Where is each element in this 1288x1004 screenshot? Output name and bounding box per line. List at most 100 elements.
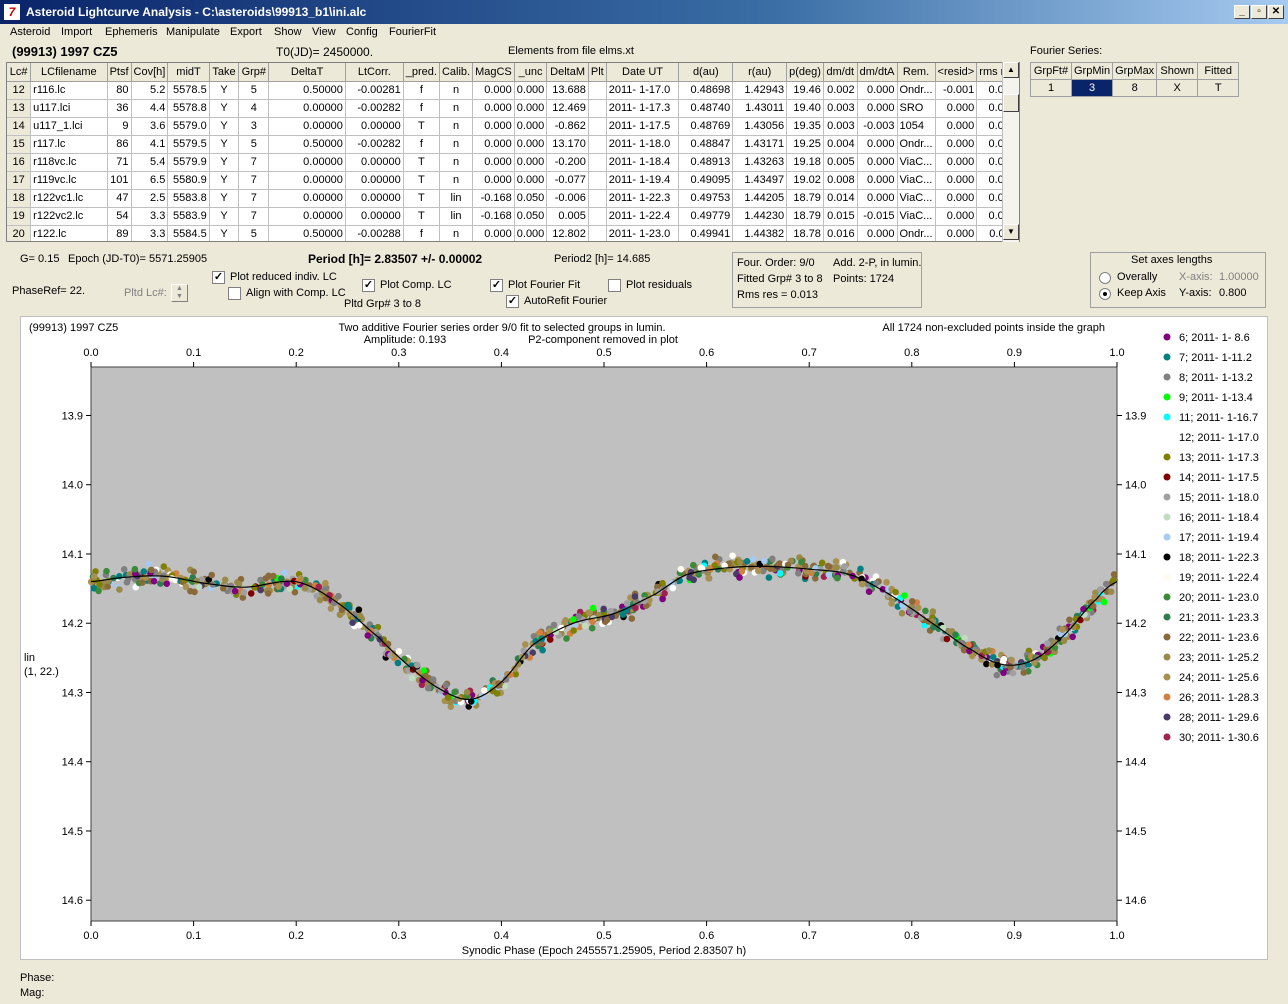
table-cell[interactable]: -0.00281 <box>345 81 404 100</box>
table-cell[interactable]: SRO <box>897 99 936 118</box>
table-cell[interactable]: 0.002 <box>823 81 858 100</box>
table-cell[interactable]: 18.78 <box>786 225 824 241</box>
column-header[interactable]: r(au) <box>732 63 788 82</box>
table-cell[interactable] <box>588 117 607 136</box>
table-cell[interactable]: 4.4 <box>131 99 169 118</box>
table-cell[interactable]: f <box>403 225 440 241</box>
table-cell[interactable]: 1.43497 <box>732 171 788 190</box>
table-cell[interactable]: T <box>403 171 440 190</box>
table-cell[interactable]: 7 <box>238 207 270 226</box>
table-cell[interactable]: 5580.9 <box>167 171 210 190</box>
row-number[interactable]: 17 <box>7 171 32 190</box>
row-number[interactable]: 16 <box>7 153 32 172</box>
table-row[interactable]: 14 u117_1.lci 9 3.6 5579.0 Y 3 0.00000 0.00000 Tn… <box>7 117 1019 136</box>
table-cell[interactable]: 0.000 <box>857 171 898 190</box>
table-cell[interactable]: 0.49095 <box>678 171 734 190</box>
table-cell[interactable]: T <box>403 117 440 136</box>
table-cell[interactable]: -0.006 <box>546 189 589 208</box>
table-cell[interactable]: 2011- 1-19.4 <box>606 171 680 190</box>
table-cell[interactable]: 7 <box>238 171 270 190</box>
table-cell[interactable]: 89 <box>107 225 132 241</box>
table-cell[interactable]: 0.000 <box>857 81 898 100</box>
table-cell[interactable]: 0.48698 <box>678 81 734 100</box>
table-cell[interactable]: 19.18 <box>786 153 824 172</box>
table-cell[interactable]: 5578.5 <box>167 81 210 100</box>
table-cell[interactable]: 0.000 <box>514 99 548 118</box>
table-cell[interactable]: 19.46 <box>786 81 824 100</box>
table-cell[interactable]: 5583.9 <box>167 207 210 226</box>
table-cell[interactable]: 9 <box>107 117 132 136</box>
table-cell[interactable]: 0.00000 <box>268 207 346 226</box>
column-header[interactable]: Rem. <box>897 63 936 82</box>
table-cell[interactable]: 2011- 1-17.0 <box>606 81 680 100</box>
table-cell[interactable]: 19.02 <box>786 171 824 190</box>
table-cell[interactable]: 0.003 <box>823 99 858 118</box>
table-cell[interactable]: 3.6 <box>131 117 169 136</box>
table-cell[interactable]: 13.170 <box>546 135 589 154</box>
table-cell[interactable]: ViaC... <box>897 171 936 190</box>
table-cell[interactable]: 2011- 1-17.3 <box>606 99 680 118</box>
table-cell[interactable]: 18.79 <box>786 207 824 226</box>
align-comp-checkbox[interactable] <box>228 287 241 300</box>
table-cell[interactable]: n <box>439 171 474 190</box>
table-cell[interactable]: 3 <box>238 117 270 136</box>
table-cell[interactable]: 0.00000 <box>345 153 404 172</box>
table-cell[interactable]: 0.016 <box>823 225 858 241</box>
close-button[interactable]: ✕ <box>1268 5 1284 19</box>
table-cell[interactable]: 47 <box>107 189 132 208</box>
table-cell[interactable]: 0.000 <box>514 225 548 241</box>
table-cell[interactable]: -0.00282 <box>345 99 404 118</box>
table-cell[interactable]: -0.862 <box>546 117 589 136</box>
column-header[interactable]: LtCorr. <box>345 63 404 82</box>
table-cell[interactable]: -0.015 <box>857 207 898 226</box>
plot-fourier-checkbox[interactable]: ✓ <box>490 279 503 292</box>
table-cell[interactable]: 5579.5 <box>167 135 210 154</box>
table-cell[interactable]: Y <box>209 153 240 172</box>
scroll-down-button[interactable]: ▼ <box>1003 224 1019 240</box>
table-cell[interactable]: 0.000 <box>472 171 515 190</box>
table-cell[interactable]: r122.lc <box>30 225 108 241</box>
table-cell[interactable]: 0.48913 <box>678 153 734 172</box>
table-cell[interactable] <box>588 135 607 154</box>
table-cell[interactable]: 0.000 <box>514 153 548 172</box>
table-cell[interactable]: 0.000 <box>857 99 898 118</box>
table-cell[interactable]: 0.000 <box>935 207 978 226</box>
table-cell[interactable]: 0.00000 <box>345 189 404 208</box>
column-header[interactable]: Cov[h] <box>131 63 169 82</box>
table-cell[interactable]: 5579.0 <box>167 117 210 136</box>
table-cell[interactable] <box>588 153 607 172</box>
table-cell[interactable]: 0.000 <box>472 225 515 241</box>
table-cell[interactable]: 0.000 <box>935 153 978 172</box>
table-cell[interactable]: 12.802 <box>546 225 589 241</box>
table-cell[interactable]: 0.000 <box>935 99 978 118</box>
table-row[interactable]: 15 r117.lc 86 4.1 5579.5 Y 5 0.50000 -0.00282 f n 0… <box>7 135 1019 154</box>
plot-reduced-checkbox[interactable]: ✓ <box>212 271 225 284</box>
column-header[interactable]: midT <box>167 63 210 82</box>
row-number[interactable]: 15 <box>7 135 32 154</box>
menu-manipulate[interactable]: Manipulate <box>166 26 220 38</box>
table-cell[interactable]: 0.015 <box>823 207 858 226</box>
column-header[interactable]: _unc <box>514 63 548 82</box>
table-cell[interactable]: 0.00000 <box>268 117 346 136</box>
table-cell[interactable]: -0.168 <box>472 207 515 226</box>
table-cell[interactable]: u117.lci <box>30 99 108 118</box>
table-cell[interactable]: r122vc1.lc <box>30 189 108 208</box>
column-header[interactable]: LCfilename <box>30 63 108 82</box>
table-cell[interactable]: ViaC... <box>897 189 936 208</box>
table-cell[interactable]: 0.000 <box>514 81 548 100</box>
table-cell[interactable]: 1054 <box>897 117 936 136</box>
table-cell[interactable]: 5 <box>238 225 270 241</box>
table-cell[interactable]: n <box>439 225 474 241</box>
table-cell[interactable]: -0.003 <box>857 117 898 136</box>
table-cell[interactable]: 71 <box>107 153 132 172</box>
row-number[interactable]: 13 <box>7 99 32 118</box>
table-cell[interactable]: 2011- 1-22.4 <box>606 207 680 226</box>
table-cell[interactable]: 12.469 <box>546 99 589 118</box>
table-cell[interactable]: T <box>403 153 440 172</box>
table-cell[interactable]: 1.44230 <box>732 207 788 226</box>
keep-axis-radio[interactable] <box>1099 288 1111 300</box>
table-cell[interactable] <box>588 189 607 208</box>
column-header[interactable]: DeltaT <box>268 63 346 82</box>
table-cell[interactable]: 3.3 <box>131 207 169 226</box>
column-header[interactable]: Ptsf <box>107 63 132 82</box>
